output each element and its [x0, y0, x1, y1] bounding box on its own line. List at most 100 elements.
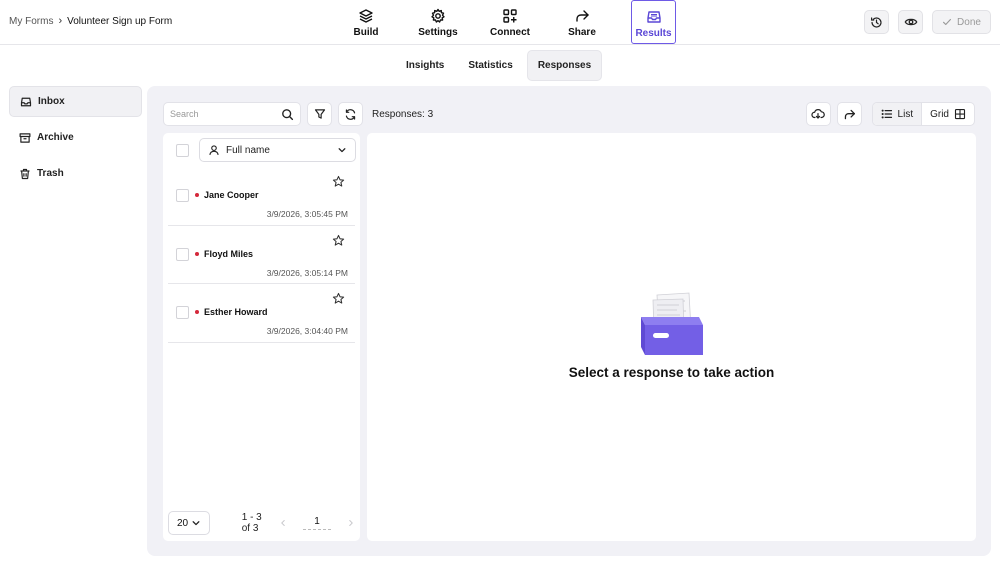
inbox-icon	[646, 9, 662, 25]
chevron-down-icon	[191, 518, 201, 528]
chevron-down-icon	[337, 145, 347, 155]
unread-dot	[195, 251, 199, 256]
response-date: 3/9/2026, 3:04:40 PM	[266, 326, 348, 336]
unread-dot	[195, 310, 199, 314]
list-icon	[881, 108, 893, 120]
nav-results-label: Results	[635, 28, 672, 39]
search-input[interactable]: Search	[163, 102, 301, 126]
refresh-button[interactable]	[338, 102, 363, 126]
nav-share-label: Share	[568, 27, 596, 38]
top-actions: Done	[864, 10, 991, 34]
cloud-download-icon	[811, 107, 825, 121]
page-range: 1 - 3 of 3	[241, 512, 262, 534]
star-icon[interactable]	[332, 234, 345, 247]
response-detail: Select a response to take action	[367, 133, 976, 541]
nav-connect-label: Connect	[490, 27, 530, 38]
main-nav: Build Settings Connect Share Results	[330, 0, 676, 45]
respondent-name: Floyd Miles	[204, 248, 254, 259]
view-grid-label: Grid	[930, 108, 949, 120]
view-toolbar: List Grid	[805, 102, 975, 126]
results-subtabs: Insights Statistics Responses	[396, 50, 603, 81]
file-box-illustration	[637, 291, 707, 357]
top-bar: My Forms › Volunteer Sign up Form Build …	[0, 0, 1000, 45]
sidebar-item-label: Inbox	[38, 96, 65, 107]
star-icon[interactable]	[332, 175, 345, 188]
response-date: 3/9/2026, 3:05:45 PM	[266, 209, 348, 219]
response-date: 3/9/2026, 3:05:14 PM	[266, 267, 348, 278]
sidebar-item-label: Archive	[37, 132, 74, 143]
tab-statistics[interactable]: Statistics	[458, 50, 522, 81]
done-button[interactable]: Done	[932, 10, 991, 34]
view-toggle: List Grid	[871, 102, 975, 126]
tab-responses[interactable]: Responses	[526, 50, 603, 81]
nav-build-label: Build	[353, 27, 379, 38]
responses-list: Full name Jane Cooper 3/9/2026, 3:05:45 …	[163, 133, 360, 541]
sidebar: Inbox Archive Trash	[9, 86, 142, 194]
responses-count: Responses: 3	[372, 108, 434, 120]
star-icon[interactable]	[332, 292, 345, 305]
nav-build[interactable]: Build	[330, 0, 402, 44]
row-checkbox[interactable]	[176, 247, 189, 261]
page-size-select[interactable]: 20	[168, 511, 210, 535]
nav-results[interactable]: Results	[631, 0, 676, 44]
preview-button[interactable]	[898, 10, 923, 34]
sidebar-item-archive[interactable]: Archive	[9, 122, 142, 153]
list-item[interactable]: Jane Cooper 3/9/2026, 3:05:45 PM	[168, 167, 355, 226]
layers-icon	[358, 8, 374, 24]
chevron-left-icon[interactable]	[279, 519, 287, 527]
list-item[interactable]: Floyd Miles 3/9/2026, 3:05:14 PM	[168, 226, 355, 284]
list-item[interactable]: Esther Howard 3/9/2026, 3:04:40 PM	[168, 284, 355, 343]
page-nav: 1	[279, 516, 355, 530]
history-icon	[870, 16, 883, 29]
filter-button[interactable]	[307, 102, 332, 126]
view-grid-button[interactable]: Grid	[922, 103, 974, 125]
breadcrumb: My Forms › Volunteer Sign up Form	[9, 15, 172, 27]
empty-state-message: Select a response to take action	[568, 365, 775, 380]
download-button[interactable]	[805, 102, 831, 126]
row-checkbox[interactable]	[176, 189, 189, 202]
respondent-name: Esther Howard	[204, 307, 268, 317]
sort-select-label: Full name	[226, 144, 270, 156]
chevron-right-icon[interactable]	[347, 519, 355, 527]
qr-plus-icon	[502, 8, 518, 24]
share-arrow-icon	[574, 8, 590, 24]
inbox-icon	[20, 96, 32, 108]
sidebar-item-inbox[interactable]: Inbox	[9, 86, 142, 117]
filter-icon	[314, 108, 326, 120]
nav-settings-label: Settings	[418, 27, 458, 38]
breadcrumb-my-forms[interactable]: My Forms	[9, 16, 53, 27]
responses-toolbar: Search Responses: 3	[163, 102, 433, 126]
nav-share[interactable]: Share	[546, 0, 618, 44]
sort-select[interactable]: Full name	[199, 138, 356, 162]
view-list-label: List	[897, 108, 914, 120]
respondent-name: Jane Cooper	[204, 190, 259, 200]
sidebar-item-label: Trash	[37, 168, 64, 179]
nav-settings[interactable]: Settings	[402, 0, 474, 44]
page-size-value: 20	[177, 517, 189, 529]
view-list-button[interactable]: List	[872, 103, 923, 125]
page-number[interactable]: 1	[303, 516, 331, 530]
tab-insights[interactable]: Insights	[396, 50, 454, 81]
responses-panel: Search Responses: 3 List Grid Full name …	[147, 86, 991, 556]
row-checkbox[interactable]	[176, 306, 189, 319]
history-button[interactable]	[864, 10, 889, 34]
forward-button[interactable]	[836, 102, 862, 126]
select-all-checkbox[interactable]	[176, 143, 189, 157]
grid-icon	[954, 108, 966, 120]
nav-connect[interactable]: Connect	[474, 0, 546, 44]
search-icon	[281, 108, 294, 121]
forward-arrow-icon	[843, 108, 856, 121]
check-icon	[942, 17, 952, 27]
breadcrumb-separator: ›	[58, 15, 63, 27]
eye-icon	[904, 15, 918, 29]
person-icon	[208, 144, 220, 156]
done-label: Done	[957, 16, 981, 28]
archive-icon	[19, 132, 31, 144]
breadcrumb-form-title: Volunteer Sign up Form	[67, 15, 173, 27]
gear-icon	[430, 8, 446, 24]
sidebar-item-trash[interactable]: Trash	[9, 158, 142, 189]
list-header: Full name	[163, 133, 360, 167]
pagination: 20 1 - 3 of 3 1	[168, 511, 355, 535]
unread-dot	[195, 193, 199, 197]
trash-icon	[19, 168, 31, 180]
